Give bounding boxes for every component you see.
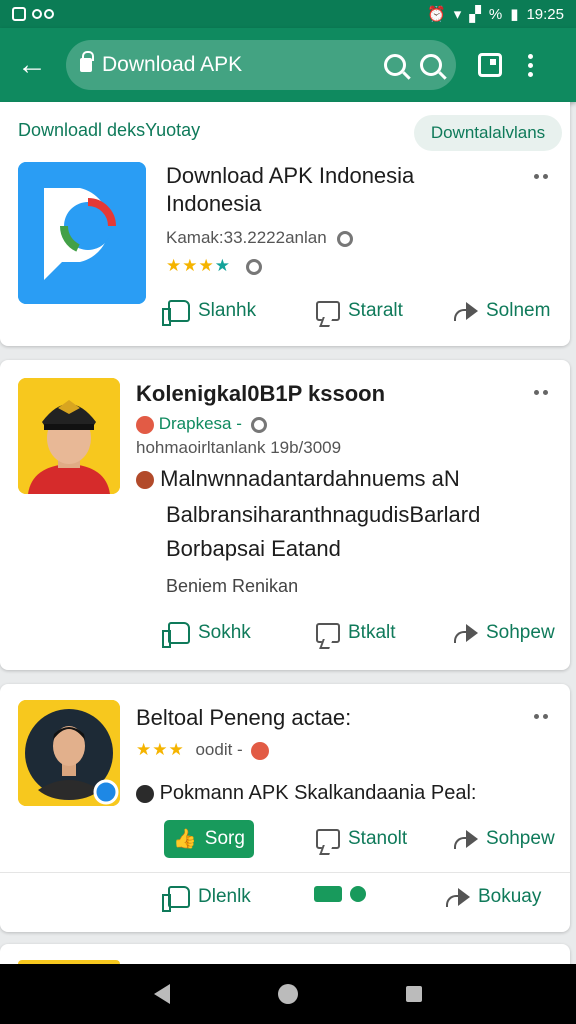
- share-button[interactable]: Solnem: [452, 300, 550, 322]
- share-button[interactable]: Sohpew: [452, 622, 555, 644]
- url-text: Download APK: [102, 53, 243, 76]
- nav-home-icon[interactable]: [278, 984, 298, 1004]
- more-vert-icon[interactable]: [528, 53, 533, 77]
- comment-button[interactable]: Staralt: [316, 300, 403, 322]
- thumbs-up-icon: [162, 886, 190, 912]
- post-card-3: Beltoal Peneng actae: ★★★ oodit - Pokman…: [0, 684, 570, 932]
- video-icon: [314, 886, 342, 902]
- wifi-icon: ▾: [453, 6, 462, 23]
- comment-button[interactable]: Btkalt: [316, 622, 396, 644]
- rating-stars-icon: ★★★: [136, 740, 185, 759]
- emblem-icon: [136, 471, 154, 490]
- nav-recents-icon[interactable]: [406, 986, 422, 1002]
- share-icon: [452, 301, 478, 321]
- filter-chip[interactable]: Downtalalvlans: [414, 115, 562, 151]
- url-bar[interactable]: Download APK: [66, 40, 456, 90]
- settings-icon: [250, 416, 267, 433]
- divider: [0, 872, 570, 873]
- comment-button[interactable]: Stanolt: [316, 828, 407, 850]
- nav-back-icon[interactable]: [154, 984, 170, 1004]
- battery-icon: ▮: [510, 6, 519, 23]
- share-button[interactable]: Sohpew: [452, 828, 555, 850]
- thumbs-up-icon: [162, 300, 190, 326]
- rating-stars-icon: ★★★★: [166, 256, 231, 275]
- avatar[interactable]: [18, 700, 120, 806]
- profile-icon: [136, 784, 154, 803]
- post-card-2: Kolenigkal0B1P kssoon Drapkesa - hohmaoi…: [0, 360, 570, 670]
- post-line-2: BalbransiharanthnagudisBarlard: [166, 502, 481, 527]
- primary-action-button[interactable]: 👍 Sorg: [164, 820, 254, 858]
- share-icon: [444, 887, 470, 907]
- comment-icon: [316, 829, 340, 849]
- notification-icon: [12, 7, 26, 21]
- share-icon: [452, 829, 478, 849]
- info-icon: [245, 258, 262, 275]
- search-icon-2[interactable]: [420, 54, 442, 76]
- back-arrow-icon[interactable]: ←: [12, 45, 52, 85]
- signal-icon: ▞: [469, 6, 481, 23]
- post-line-3: Borbapsai Eatand: [166, 536, 341, 561]
- like-button[interactable]: Dlenlk: [162, 886, 251, 912]
- app-logo-icon[interactable]: [18, 162, 146, 304]
- comment-icon: [316, 301, 340, 321]
- like-button[interactable]: Slanhk: [162, 300, 256, 326]
- app-card-1: Downloadl deksYuotay Downtalalvlans Down…: [0, 102, 570, 346]
- author-badge-icon: [136, 415, 154, 434]
- post-line-1: Malnwnnadantardahnuems aN: [136, 466, 460, 492]
- post-title[interactable]: Kolenigkal0B1P kssoon: [136, 380, 385, 408]
- author-row[interactable]: Drapkesa -: [136, 414, 267, 434]
- card-menu-icon[interactable]: [534, 390, 548, 395]
- post-line-4[interactable]: Beniem Renikan: [166, 576, 298, 597]
- badge-icon: [251, 741, 270, 760]
- post-title[interactable]: Beltoal Peneng actae:: [136, 704, 351, 732]
- thumbs-up-icon: 👍: [173, 829, 197, 850]
- share-icon: [452, 623, 478, 643]
- tabs-icon[interactable]: [478, 53, 502, 77]
- rating-row: ★★★ oodit -: [136, 740, 270, 760]
- lock-icon: [80, 51, 94, 72]
- system-nav-bar: [0, 964, 576, 1024]
- avatar[interactable]: [18, 378, 120, 494]
- status-time: 19:25: [526, 5, 564, 23]
- breadcrumb: Downloadl deksYuotay: [18, 120, 201, 140]
- share-button[interactable]: Bokuay: [444, 886, 541, 908]
- notification-dots-icon: [32, 9, 54, 19]
- toggle-button[interactable]: [314, 886, 366, 902]
- app-meta: Kamak:33.2222anlan: [166, 228, 354, 248]
- comment-icon: [316, 623, 340, 643]
- card-menu-icon[interactable]: [534, 714, 548, 719]
- thumbs-up-icon: [162, 622, 190, 648]
- rating-row: ★★★★: [166, 256, 262, 276]
- dot-icon: [350, 886, 366, 902]
- browser-toolbar: ← Download APK: [0, 28, 576, 102]
- verified-icon: [337, 230, 354, 247]
- app-title[interactable]: Download APK Indonesia Indonesia: [166, 162, 414, 218]
- alarm-icon: ⏰: [427, 6, 446, 23]
- post-meta: hohmaoirltanlank 19b/3009: [136, 438, 342, 457]
- search-icon[interactable]: [384, 54, 406, 76]
- post-line-1: Pokmann APK Skalkandaania Peal:: [136, 782, 476, 805]
- status-bar: ⏰ ▾ ▞ % ▮ 19:25: [0, 0, 576, 28]
- like-button[interactable]: Sokhk: [162, 622, 251, 648]
- card-menu-icon[interactable]: [534, 174, 548, 179]
- battery-percent: %: [488, 5, 503, 23]
